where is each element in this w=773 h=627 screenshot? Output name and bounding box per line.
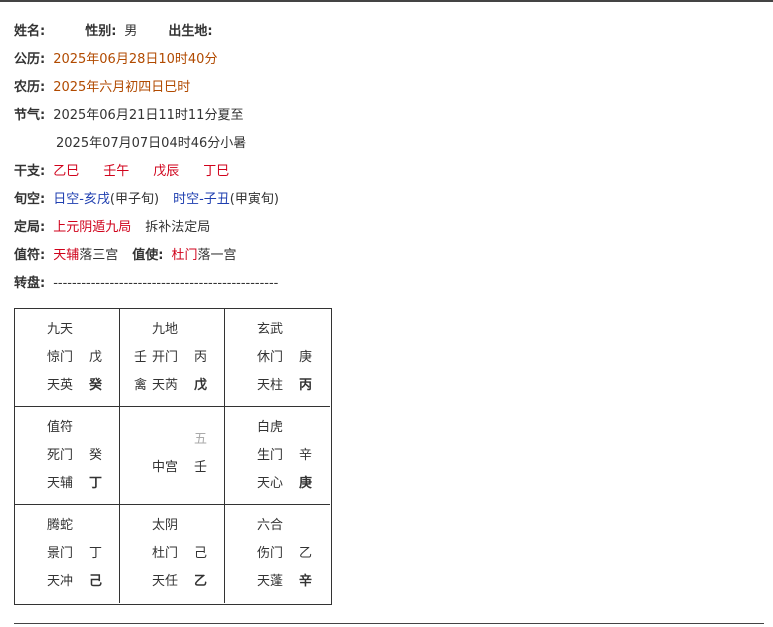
zhishi-label: 值使: <box>132 248 164 263</box>
jieqi-row: 节气: 2025年06月21日11时11分夏至 <box>14 106 243 126</box>
palace-cell: 值符 死门 癸 天辅 丁 <box>15 407 120 505</box>
door-label: 死门 <box>47 448 74 463</box>
star-label: 天任 <box>152 574 179 589</box>
zhuanpan-row: 转盘: -------------------------------------… <box>14 274 278 294</box>
palace-cell: 玄武 休门 庚 天柱 丙 <box>225 309 330 407</box>
door-stem: 戊 <box>89 350 103 365</box>
zhifu-palace: 落三宫 <box>79 248 119 263</box>
deity-label: 腾蛇 <box>47 518 74 533</box>
door-label: 生门 <box>257 448 284 463</box>
star-stem: 丙 <box>299 378 313 393</box>
shikong-xun: (甲寅旬) <box>229 192 279 207</box>
door-label: 开门 <box>152 350 179 365</box>
ganzhi-label: 干支: <box>14 164 46 179</box>
door-stem: 庚 <box>299 350 313 365</box>
deity-label: 玄武 <box>257 322 284 337</box>
star-label: 天蓬 <box>257 574 284 589</box>
birthplace-label: 出生地: <box>168 24 213 39</box>
zhishi-palace: 落一宫 <box>197 248 237 263</box>
rikong-xun: (甲子旬) <box>109 192 160 207</box>
lunar-label: 农历: <box>14 80 46 95</box>
zhuanpan-label: 转盘: <box>14 276 46 291</box>
center-palace-number: 五 <box>194 432 208 447</box>
door-stem: 丁 <box>89 546 103 561</box>
palace-cell: 九天 惊门 戊 天英 癸 <box>15 309 120 407</box>
center-palace-name: 中宫 <box>152 460 179 475</box>
zhifu-row: 值符: 天辅落三宫 值使: 杜门落一宫 <box>14 246 236 266</box>
star-stem: 庚 <box>299 476 313 491</box>
deity-label: 太阴 <box>152 518 179 533</box>
bottom-divider <box>14 623 764 624</box>
deity-label: 六合 <box>257 518 284 533</box>
dingju-row: 定局: 上元阴遁九局 拆补法定局 <box>14 218 210 238</box>
ganzhi-day: 戊辰 <box>153 164 180 179</box>
door-stem: 辛 <box>299 448 313 463</box>
star-stem: 戊 <box>194 378 208 393</box>
door-stem: 丙 <box>194 350 208 365</box>
star-label: 天英 <box>47 378 74 393</box>
star-label: 天柱 <box>257 378 284 393</box>
ganzhi-row: 干支: 乙巳 壬午 戊辰 丁巳 <box>14 162 229 182</box>
solar-value: 2025年06月28日10时40分 <box>53 52 218 67</box>
star-stem: 辛 <box>299 574 313 589</box>
jieqi-value-1: 2025年06月21日11时11分夏至 <box>53 108 244 123</box>
star-prefix: 禽 <box>134 378 148 393</box>
deity-label: 九地 <box>152 322 179 337</box>
ganzhi-hour: 丁巳 <box>203 164 230 179</box>
star-label: 天心 <box>257 476 284 491</box>
door-label: 伤门 <box>257 546 284 561</box>
shikong-value: 时空-子丑 <box>173 192 230 207</box>
ganzhi-year: 乙巳 <box>53 164 80 179</box>
center-palace-cell: 五 中宫 壬 <box>120 407 225 505</box>
palace-cell: 太阴 杜门 己 天任 乙 <box>120 505 225 603</box>
top-divider <box>0 0 773 2</box>
solar-label: 公历: <box>14 52 46 67</box>
name-label: 姓名: <box>14 24 46 39</box>
star-label: 天冲 <box>47 574 74 589</box>
deity-label: 九天 <box>47 322 74 337</box>
door-stem: 乙 <box>299 546 313 561</box>
rikong-value: 日空-亥戌 <box>53 192 110 207</box>
door-label: 休门 <box>257 350 284 365</box>
zhifu-label: 值符: <box>14 248 46 263</box>
center-palace-stem: 壬 <box>194 460 208 475</box>
door-label: 惊门 <box>47 350 74 365</box>
door-stem: 己 <box>194 546 208 561</box>
gender-value: 男 <box>124 24 138 39</box>
palace-cell: 腾蛇 景门 丁 天冲 己 <box>15 505 120 603</box>
door-prefix-stem: 壬 <box>134 350 148 365</box>
zhishi-door: 杜门 <box>171 248 198 263</box>
zhuanpan-divider: ----------------------------------------… <box>53 276 279 291</box>
lunar-row: 农历: 2025年六月初四日巳时 <box>14 78 190 98</box>
zhifu-star: 天辅 <box>53 248 80 263</box>
deity-label: 值符 <box>47 420 74 435</box>
lunar-value: 2025年六月初四日巳时 <box>53 80 191 95</box>
dingju-method: 拆补法定局 <box>145 220 211 235</box>
jieqi-value-2: 2025年07月07日04时46分小暑 <box>56 136 247 151</box>
door-stem: 癸 <box>89 448 103 463</box>
door-label: 景门 <box>47 546 74 561</box>
dingju-value: 上元阴遁九局 <box>53 220 132 235</box>
jieqi-label: 节气: <box>14 108 46 123</box>
dingju-label: 定局: <box>14 220 46 235</box>
xunkong-row: 旬空: 日空-亥戌(甲子旬) 时空-子丑(甲寅旬) <box>14 190 279 210</box>
door-label: 杜门 <box>152 546 179 561</box>
palace-cell: 白虎 生门 辛 天心 庚 <box>225 407 330 505</box>
star-label: 天芮 <box>152 378 179 393</box>
qimen-chart-grid: 九天 惊门 戊 天英 癸 九地 壬 开门 丙 禽 天芮 戊 玄武 休门 庚 天柱… <box>14 308 332 605</box>
star-stem: 己 <box>89 574 103 589</box>
jieqi-row-2: 2025年07月07日04时46分小暑 <box>56 134 246 154</box>
solar-row: 公历: 2025年06月28日10时40分 <box>14 50 217 70</box>
star-stem: 癸 <box>89 378 103 393</box>
star-label: 天辅 <box>47 476 74 491</box>
deity-label: 白虎 <box>257 420 284 435</box>
palace-cell: 六合 伤门 乙 天蓬 辛 <box>225 505 330 603</box>
gender-label: 性别: <box>85 24 117 39</box>
palace-cell: 九地 壬 开门 丙 禽 天芮 戊 <box>120 309 225 407</box>
name-row: 姓名: 性别: 男 出生地: <box>14 22 213 42</box>
star-stem: 乙 <box>194 574 208 589</box>
star-stem: 丁 <box>89 476 103 491</box>
ganzhi-month: 壬午 <box>103 164 130 179</box>
xunkong-label: 旬空: <box>14 192 46 207</box>
